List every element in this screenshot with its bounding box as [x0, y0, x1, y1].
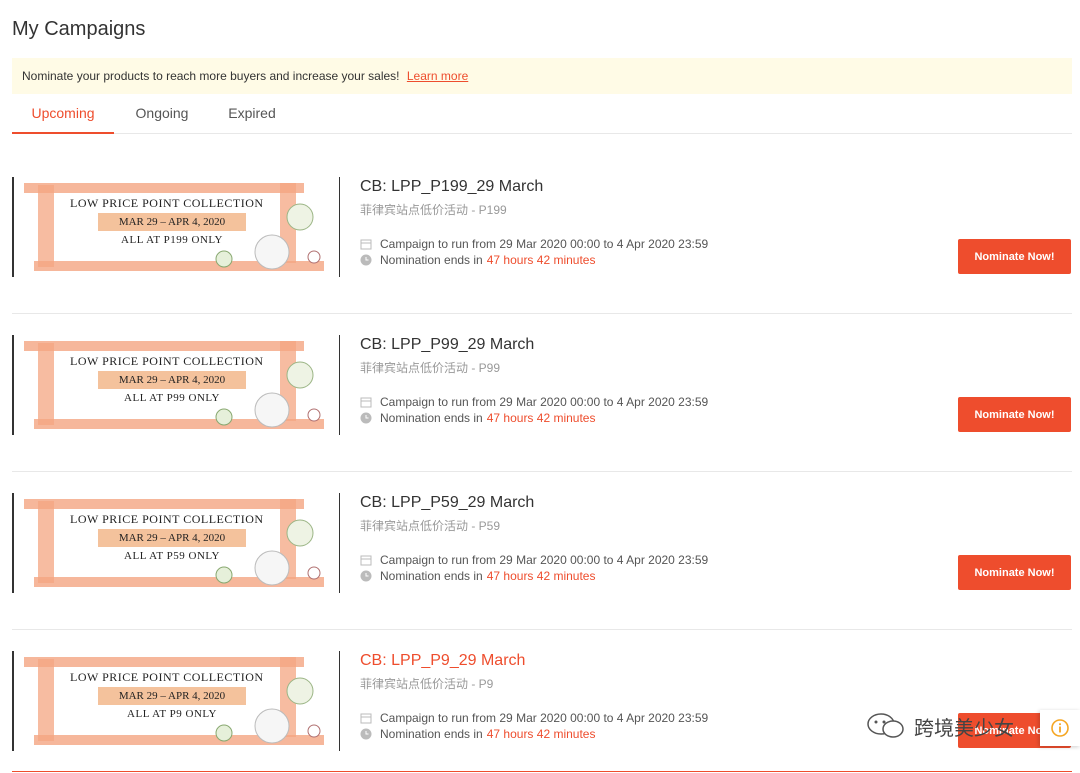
campaign-banner-image: LOW PRICE POINT COLLECTION MAR 29 – APR …: [12, 493, 340, 593]
learn-more-link[interactable]: Learn more: [407, 69, 468, 83]
campaign-subtitle: 菲律宾站点低价活动 - P9: [360, 677, 494, 691]
campaign-run-period: Campaign to run from 29 Mar 2020 00:00 t…: [360, 237, 708, 251]
nominate-now-button[interactable]: Nominate Now!: [958, 555, 1071, 590]
banner-title: LOW PRICE POINT COLLECTION: [70, 670, 264, 684]
campaign-title[interactable]: CB: LPP_P99_29 March: [360, 336, 534, 354]
campaign-banner-image: LOW PRICE POINT COLLECTION MAR 29 – APR …: [12, 335, 340, 435]
nomination-deadline: Nomination ends in 47 hours 42 minutes: [360, 411, 595, 425]
calendar-icon: [360, 555, 372, 566]
banner-dates: MAR 29 – APR 4, 2020: [98, 213, 246, 231]
run-period-text: Campaign to run from 29 Mar 2020 00:00 t…: [380, 553, 709, 567]
campaign-banner-image: LOW PRICE POINT COLLECTION MAR 29 – APR …: [12, 651, 340, 751]
run-period-text: Campaign to run from 29 Mar 2020 00:00 t…: [380, 395, 709, 409]
run-period-text: Campaign to run from 29 Mar 2020 00:00 t…: [380, 237, 709, 251]
campaign-row: LOW PRICE POINT COLLECTION MAR 29 – APR …: [12, 472, 1072, 630]
campaign-subtitle: 菲律宾站点低价活动 - P99: [360, 361, 501, 375]
deadline-label: Nomination ends in: [380, 411, 483, 425]
banner-dates: MAR 29 – APR 4, 2020: [98, 687, 246, 705]
page-title: My Campaigns: [12, 18, 146, 40]
banner-title: LOW PRICE POINT COLLECTION: [70, 196, 264, 210]
banner-price: ALL AT P199 ONLY: [121, 234, 223, 246]
nomination-deadline: Nomination ends in 47 hours 42 minutes: [360, 569, 595, 583]
watermark-text: 跨境美少女: [914, 717, 1014, 740]
campaign-title[interactable]: CB: LPP_P59_29 March: [360, 494, 534, 512]
campaign-banner-image: LOW PRICE POINT COLLECTION MAR 29 – APR …: [12, 177, 340, 277]
info-icon: [1051, 719, 1069, 737]
campaign-title[interactable]: CB: LPP_P199_29 March: [360, 178, 543, 196]
campaign-row: LOW PRICE POINT COLLECTION MAR 29 – APR …: [12, 314, 1072, 472]
banner-price: ALL AT P59 ONLY: [124, 550, 220, 562]
wechat-icon: [867, 713, 904, 738]
wechat-watermark: 跨境美少女: [866, 710, 1014, 742]
calendar-icon: [360, 397, 372, 408]
banner-price: ALL AT P9 ONLY: [127, 708, 217, 720]
tab-expired[interactable]: Expired: [212, 96, 292, 134]
banner-title: LOW PRICE POINT COLLECTION: [70, 354, 264, 368]
campaign-title[interactable]: CB: LPP_P9_29 March: [360, 652, 525, 670]
campaign-subtitle: 菲律宾站点低价活动 - P59: [360, 519, 501, 533]
campaign-tabs: Upcoming Ongoing Expired: [12, 96, 1072, 134]
nomination-deadline: Nomination ends in 47 hours 42 minutes: [360, 727, 595, 741]
banner-dates: MAR 29 – APR 4, 2020: [98, 371, 246, 389]
campaign-row: LOW PRICE POINT COLLECTION MAR 29 – APR …: [12, 156, 1072, 314]
banner-price: ALL AT P99 ONLY: [124, 392, 220, 404]
campaign-run-period: Campaign to run from 29 Mar 2020 00:00 t…: [360, 553, 708, 567]
deadline-countdown: 47 hours 42 minutes: [486, 411, 596, 425]
nomination-deadline: Nomination ends in 47 hours 42 minutes: [360, 253, 595, 267]
banner-dates: MAR 29 – APR 4, 2020: [98, 529, 246, 547]
deadline-label: Nomination ends in: [380, 727, 483, 741]
campaign-run-period: Campaign to run from 29 Mar 2020 00:00 t…: [360, 711, 708, 725]
help-button[interactable]: [1040, 710, 1080, 746]
campaign-run-period: Campaign to run from 29 Mar 2020 00:00 t…: [360, 395, 708, 409]
calendar-icon: [360, 239, 372, 250]
clock-icon: [360, 728, 372, 740]
calendar-icon: [360, 713, 372, 724]
banner-title: LOW PRICE POINT COLLECTION: [70, 512, 264, 526]
nominate-now-button[interactable]: Nominate Now!: [958, 239, 1071, 274]
deadline-countdown: 47 hours 42 minutes: [486, 253, 596, 267]
nominate-now-button[interactable]: Nominate Now!: [958, 397, 1071, 432]
nominate-notice-banner: Nominate your products to reach more buy…: [12, 58, 1072, 94]
deadline-label: Nomination ends in: [380, 253, 483, 267]
campaign-row: LOW PRICE POINT COLLECTION MAR 29 – APR …: [12, 630, 1072, 772]
campaign-subtitle: 菲律宾站点低价活动 - P199: [360, 203, 507, 217]
tab-upcoming[interactable]: Upcoming: [12, 96, 114, 134]
tab-ongoing[interactable]: Ongoing: [122, 96, 202, 134]
deadline-label: Nomination ends in: [380, 569, 483, 583]
clock-icon: [360, 254, 372, 266]
run-period-text: Campaign to run from 29 Mar 2020 00:00 t…: [380, 711, 709, 725]
clock-icon: [360, 570, 372, 582]
deadline-countdown: 47 hours 42 minutes: [486, 727, 596, 741]
notice-text: Nominate your products to reach more buy…: [22, 69, 400, 83]
deadline-countdown: 47 hours 42 minutes: [486, 569, 596, 583]
clock-icon: [360, 412, 372, 424]
